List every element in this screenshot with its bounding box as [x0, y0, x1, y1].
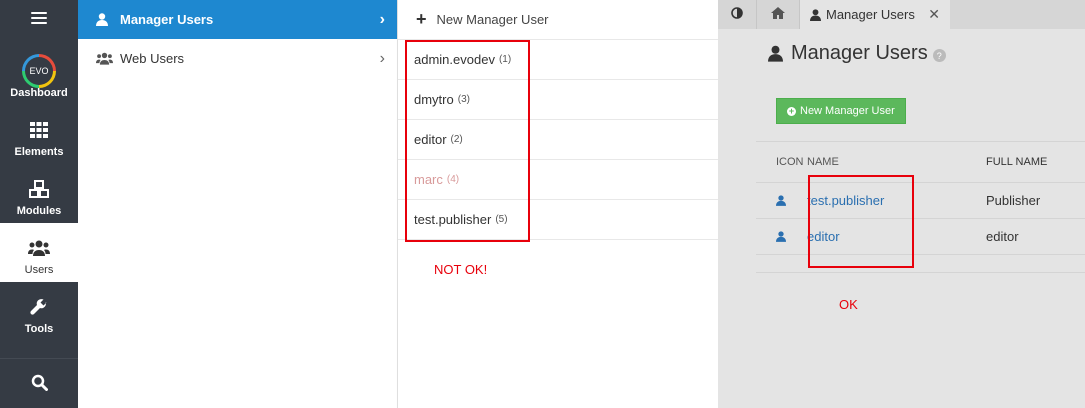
page-title-text: Manager Users: [791, 42, 928, 64]
new-manager-user-button[interactable]: + New Manager User: [776, 98, 906, 124]
table-row: test.publisher Publisher: [756, 183, 1085, 219]
user-icon: [810, 8, 821, 21]
table-row: editor editor: [756, 219, 1085, 255]
tab-label: Manager Users: [826, 7, 915, 22]
sidebar-item-label: Elements: [14, 146, 64, 158]
adjust-icon: [731, 7, 743, 22]
users-table: ICON NAME FULL NAME test.publisher Publi…: [756, 141, 1085, 273]
user-icon: [96, 13, 114, 26]
plus-circle-icon: +: [787, 105, 796, 116]
new-manager-user-label: New Manager User: [436, 12, 549, 27]
column-header-name[interactable]: NAME: [807, 156, 986, 168]
th-icon: [30, 119, 48, 141]
sidebar-item-label: Users: [24, 264, 54, 276]
annotation-ok: OK: [839, 297, 858, 312]
sidebar-item-label: Dashboard: [10, 87, 68, 99]
close-tab-icon[interactable]: ✕: [928, 6, 940, 23]
submenu-item-label: Web Users: [120, 51, 185, 66]
sidebar-item-dashboard[interactable]: EVO Dashboard: [0, 36, 78, 105]
annotation-not-ok: NOT OK!: [434, 262, 488, 277]
chevron-right-icon: ›: [379, 10, 385, 28]
table-row-empty: [756, 255, 1085, 273]
main-sidebar: EVO Dashboard Elements Modules Users Too…: [0, 0, 78, 408]
column-header-full-name[interactable]: FULL NAME: [986, 156, 1085, 168]
users-icon: [28, 237, 50, 259]
submenu-item-web-users[interactable]: Web Users ›: [78, 39, 397, 78]
tab-bar: Manager Users ✕: [718, 0, 1085, 29]
new-manager-user-link[interactable]: + New Manager User: [398, 0, 718, 40]
bars-icon: [31, 11, 47, 25]
sidebar-item-tools[interactable]: Tools: [0, 282, 78, 341]
page-title: Manager Users ?: [768, 42, 946, 65]
submenu-item-label: Manager Users: [120, 12, 214, 27]
user-icon: [768, 45, 783, 62]
help-icon[interactable]: ?: [932, 49, 946, 62]
users-submenu: Manager Users › Web Users ›: [78, 0, 398, 408]
sidebar-item-elements[interactable]: Elements: [0, 105, 78, 164]
tab-home[interactable]: [757, 0, 799, 29]
sidebar-item-users[interactable]: Users: [0, 223, 78, 282]
annotation-box-not-ok: [405, 40, 530, 242]
home-icon: [771, 7, 785, 22]
table-header: ICON NAME FULL NAME: [756, 142, 1085, 183]
user-icon: [756, 195, 807, 206]
menu-toggle-button[interactable]: [0, 0, 78, 36]
sidebar-item-modules[interactable]: Modules: [0, 164, 78, 223]
button-label: New Manager User: [800, 105, 895, 117]
tab-manager-users[interactable]: Manager Users ✕: [800, 0, 950, 29]
user-icon: [756, 231, 807, 242]
evo-logo-icon: EVO: [22, 54, 56, 88]
annotation-box-ok: [808, 175, 914, 268]
sidebar-item-label: Modules: [16, 205, 62, 217]
users-icon: [96, 52, 114, 65]
chevron-right-icon: ›: [379, 49, 385, 67]
column-header-icon[interactable]: ICON: [756, 156, 807, 168]
theme-toggle-button[interactable]: [718, 0, 756, 29]
wrench-icon: [30, 296, 48, 318]
full-name: editor: [986, 229, 1019, 244]
sidebar-search-button[interactable]: [0, 358, 78, 408]
submenu-item-manager-users[interactable]: Manager Users ›: [78, 0, 397, 39]
full-name: Publisher: [986, 193, 1041, 208]
cubes-icon: [28, 178, 50, 200]
sidebar-item-label: Tools: [24, 323, 54, 335]
search-icon: [31, 374, 48, 394]
plus-icon: +: [416, 9, 427, 29]
